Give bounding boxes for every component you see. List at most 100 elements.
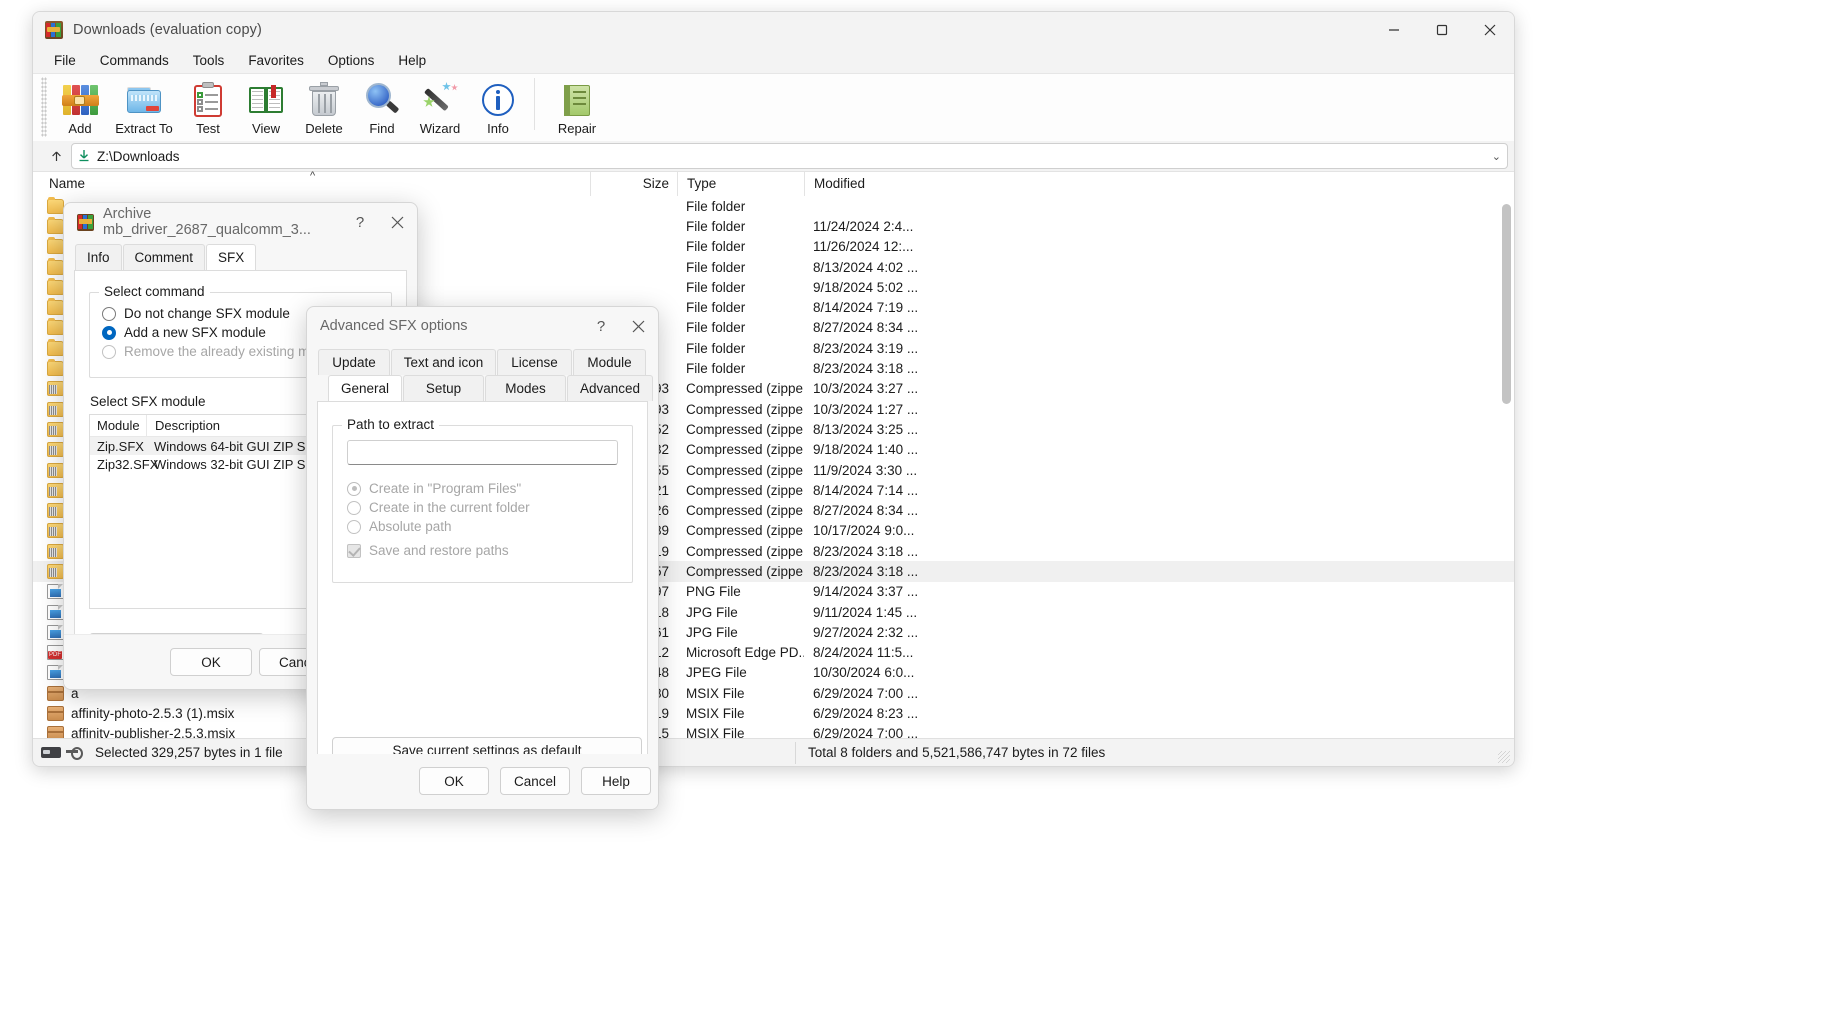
toolbar-repair-button[interactable]: Repair — [542, 74, 612, 136]
table-row[interactable]: 32 Compressed (zippe... 9/18/2024 1:40 ... — [590, 440, 1514, 460]
table-row[interactable]: File folder 8/27/2024 8:34 ... — [590, 318, 1514, 338]
archive-dialog-title: Archive mb_driver_2687_qualcomm_3... — [103, 206, 311, 238]
toolbar-delete-button[interactable]: Delete — [295, 74, 353, 136]
tab-modes[interactable]: Modes — [485, 375, 566, 401]
column-header-module[interactable]: Module — [90, 418, 146, 433]
toolbar-extract-to-label: Extract To — [115, 121, 173, 136]
radio-icon-selected — [102, 325, 116, 340]
resize-grip[interactable] — [1498, 751, 1510, 763]
table-row[interactable]: 55 Compressed (zippe... 11/9/2024 3:30 ... — [590, 460, 1514, 480]
file-list-scrollbar[interactable] — [1502, 196, 1511, 749]
file-modified: 9/11/2024 1:45 ... — [813, 604, 918, 620]
advanced-cancel-button[interactable]: Cancel — [500, 767, 570, 795]
table-row[interactable]: 57 Compressed (zippe... 8/23/2024 3:18 ... — [590, 561, 1514, 582]
module-name: Zip32.SFX — [97, 456, 159, 472]
file-type: File folder — [686, 361, 746, 377]
chevron-down-icon[interactable]: ⌄ — [1492, 150, 1501, 163]
advanced-help-button[interactable]: Help — [581, 767, 651, 795]
tab-comment[interactable]: Comment — [122, 244, 206, 270]
table-row[interactable]: File folder 8/13/2024 4:02 ... — [590, 257, 1514, 277]
table-row[interactable]: 48 JPEG File 10/30/2024 6:0... — [590, 663, 1514, 683]
menu-file[interactable]: File — [43, 51, 87, 70]
table-row[interactable]: 80 MSIX File 6/29/2024 7:00 ... — [590, 683, 1514, 703]
table-row[interactable]: 21 Compressed (zippe... 8/14/2024 7:14 ... — [590, 480, 1514, 500]
table-row[interactable]: 19 MSIX File 6/29/2024 8:23 ... — [590, 703, 1514, 723]
table-row[interactable]: 89 Compressed (zippe... 10/17/2024 9:0... — [590, 521, 1514, 541]
info-circle-icon — [478, 80, 518, 120]
toolbar-find-button[interactable]: Find — [353, 74, 411, 136]
archive-close-button[interactable] — [377, 205, 417, 239]
up-arrow-icon[interactable] — [41, 143, 71, 169]
file-type: Compressed (zippe... — [686, 482, 804, 498]
table-row[interactable]: File folder 8/14/2024 7:19 ... — [590, 297, 1514, 317]
file-type: File folder — [686, 340, 746, 356]
folder-icon — [47, 298, 64, 316]
menu-favorites[interactable]: Favorites — [237, 51, 315, 70]
file-type: Compressed (zippe... — [686, 563, 804, 579]
toolbar-view-button[interactable]: View — [237, 74, 295, 136]
table-row[interactable]: File folder 11/26/2024 12:... — [590, 237, 1514, 257]
menu-help[interactable]: Help — [387, 51, 437, 70]
table-row[interactable]: 19 Compressed (zippe... 8/23/2024 3:18 ... — [590, 541, 1514, 561]
file-modified: 6/29/2024 7:00 ... — [813, 685, 919, 701]
file-modified: 10/3/2024 1:27 ... — [813, 401, 919, 417]
archive-help-button[interactable]: ? — [343, 205, 377, 239]
radio-create-in-program-files: Create in "Program Files" — [347, 481, 618, 496]
maximize-button[interactable] — [1418, 12, 1466, 48]
winrar-app-icon — [45, 21, 63, 39]
toolbar-test-button[interactable]: Test — [179, 74, 237, 136]
table-row[interactable]: File folder 8/23/2024 3:19 ... — [590, 338, 1514, 358]
archive-ok-button[interactable]: OK — [170, 648, 252, 676]
column-header-type[interactable]: Type — [677, 172, 804, 196]
file-type: File folder — [686, 279, 746, 295]
table-row[interactable]: File folder 8/23/2024 3:18 ... — [590, 358, 1514, 378]
column-header-modified[interactable]: Modified — [804, 172, 904, 196]
table-row[interactable]: 26 Compressed (zippe... 8/27/2024 8:34 ... — [590, 500, 1514, 520]
toolbar-info-button[interactable]: Info — [469, 74, 527, 136]
menu-options[interactable]: Options — [317, 51, 386, 70]
table-row[interactable]: File folder 9/18/2024 5:02 ... — [590, 277, 1514, 297]
file-modified: 8/14/2024 7:19 ... — [813, 300, 919, 316]
file-type: Microsoft Edge PD... — [686, 645, 804, 661]
window-titlebar: Downloads (evaluation copy) — [33, 12, 1514, 48]
path-to-extract-input[interactable] — [347, 440, 618, 465]
table-row[interactable]: File folder — [590, 196, 1514, 216]
advanced-close-button[interactable] — [618, 309, 658, 343]
tab-license[interactable]: License — [497, 349, 572, 375]
status-icons — [33, 747, 95, 760]
table-row[interactable]: 12 Microsoft Edge PD... 8/24/2024 11:5... — [590, 643, 1514, 663]
advanced-ok-button[interactable]: OK — [419, 767, 489, 795]
table-row[interactable]: 93 Compressed (zippe... 10/3/2024 3:27 ... — [590, 379, 1514, 399]
file-modified: 6/29/2024 8:23 ... — [813, 706, 919, 722]
tab-update[interactable]: Update — [318, 349, 390, 375]
toolbar-extract-to-button[interactable]: Extract To — [109, 74, 179, 136]
close-button[interactable] — [1466, 12, 1514, 48]
table-row[interactable]: 93 Compressed (zippe... 10/3/2024 1:27 ... — [590, 399, 1514, 419]
tab-module[interactable]: Module — [573, 349, 646, 375]
scrollbar-thumb[interactable] — [1502, 204, 1511, 404]
table-row[interactable]: 18 JPG File 9/11/2024 1:45 ... — [590, 602, 1514, 622]
tab-general[interactable]: General — [328, 375, 402, 401]
tab-info[interactable]: Info — [75, 244, 122, 270]
table-row[interactable]: File folder 11/24/2024 2:4... — [590, 216, 1514, 236]
find-magnifier-icon — [362, 80, 402, 120]
tab-text-and-icon[interactable]: Text and icon — [391, 349, 496, 375]
address-input[interactable]: Z:\Downloads ⌄ — [71, 143, 1508, 169]
toolbar-grip[interactable] — [41, 77, 47, 137]
advanced-dialog-title: Advanced SFX options — [320, 318, 468, 334]
advanced-help-icon-button[interactable]: ? — [584, 309, 618, 343]
column-header-size[interactable]: Size — [590, 172, 677, 196]
folder-icon — [47, 359, 64, 377]
tab-setup[interactable]: Setup — [403, 375, 484, 401]
table-row[interactable]: 97 PNG File 9/14/2024 3:37 ... — [590, 582, 1514, 602]
table-row[interactable]: 61 JPG File 9/27/2024 2:32 ... — [590, 622, 1514, 642]
toolbar-add-button[interactable]: Add — [51, 74, 109, 136]
toolbar-wizard-button[interactable]: Wizard — [411, 74, 469, 136]
menu-tools[interactable]: Tools — [182, 51, 236, 70]
tab-sfx[interactable]: SFX — [206, 244, 257, 270]
minimize-button[interactable] — [1370, 12, 1418, 48]
tab-advanced[interactable]: Advanced — [567, 375, 653, 401]
menu-commands[interactable]: Commands — [89, 51, 180, 70]
column-header-name[interactable]: Name ^ — [33, 170, 590, 196]
table-row[interactable]: 52 Compressed (zippe... 8/13/2024 3:25 ... — [590, 419, 1514, 439]
